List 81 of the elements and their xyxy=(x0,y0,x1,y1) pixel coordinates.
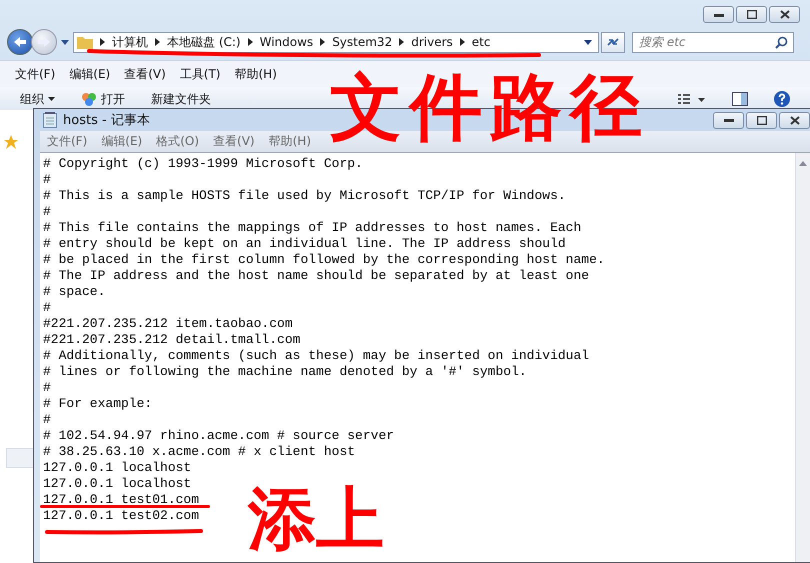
text-line: 127.0.0.1 localhost xyxy=(43,461,192,474)
handwritten-annotation: 添上 xyxy=(248,486,384,554)
text-line: # xyxy=(43,205,51,218)
folder-icon xyxy=(77,35,93,49)
text-line: # 102.54.94.97 rhino.acme.com # source server xyxy=(43,429,394,442)
scrollbar[interactable] xyxy=(795,153,810,562)
maximize-icon xyxy=(746,10,756,19)
menu-item[interactable]: 文件(F) xyxy=(15,66,56,82)
breadcrumb[interactable]: 本地磁盘 (C:) xyxy=(167,34,241,50)
breadcrumb[interactable]: Windows xyxy=(260,35,314,49)
breadcrumb[interactable]: 计算机 xyxy=(112,34,148,50)
menu-item[interactable]: 查看(V) xyxy=(124,66,166,82)
dropdown-icon[interactable] xyxy=(584,40,592,44)
minimize-icon xyxy=(724,118,734,122)
address-bar[interactable]: 计算机 本地磁盘 (C:) Windows System32 drivers etc xyxy=(73,32,599,52)
text-line: # xyxy=(43,301,51,314)
text-line: 127.0.0.1 test01.com xyxy=(43,493,200,506)
maximize-button[interactable] xyxy=(746,112,777,128)
menu-item[interactable]: 工具(T) xyxy=(180,66,220,82)
text-line: # space. xyxy=(43,285,106,298)
text-line: # xyxy=(43,381,51,394)
close-icon xyxy=(790,116,800,124)
menu-item[interactable]: 帮助(H) xyxy=(234,66,277,82)
chevron-icon[interactable] xyxy=(155,38,160,46)
text-line: 127.0.0.1 localhost xyxy=(43,477,192,490)
minimize-icon xyxy=(714,12,724,16)
close-icon xyxy=(780,10,790,19)
text-line: # xyxy=(43,173,51,186)
text-line: # Additionally, comments (such as these) may be inserted on individual xyxy=(43,349,590,362)
minimize-button[interactable] xyxy=(703,6,734,23)
text-line: #221.207.235.212 item.taobao.com xyxy=(43,317,293,330)
breadcrumb[interactable]: System32 xyxy=(332,35,392,49)
star-icon[interactable] xyxy=(4,135,18,149)
chevron-icon[interactable] xyxy=(320,38,326,46)
text-line: #221.207.235.212 detail.tmall.com xyxy=(43,333,300,346)
window-title: hosts - 记事本 xyxy=(63,112,150,129)
text-line: # xyxy=(43,413,51,426)
preview-pane-icon[interactable] xyxy=(732,92,748,106)
chevron-icon[interactable] xyxy=(399,38,404,46)
text-line: # be placed in the first column followed by the corresponding host name. xyxy=(43,253,605,266)
arrow-right-icon xyxy=(37,36,51,48)
help-icon[interactable] xyxy=(774,91,790,107)
maximize-button[interactable] xyxy=(736,6,767,23)
circles-icon xyxy=(81,92,97,106)
text-line: 127.0.0.1 test02.com xyxy=(43,509,200,522)
minimize-button[interactable] xyxy=(713,112,744,128)
menu-item[interactable]: 编辑(E) xyxy=(69,66,110,82)
back-button[interactable] xyxy=(7,29,33,55)
menu-item[interactable]: 帮助(H) xyxy=(268,133,311,150)
text-line: # This is a sample HOSTS file used by Microsoft TCP/IP for Windows. xyxy=(43,189,566,202)
chevron-icon[interactable] xyxy=(460,38,465,46)
chevron-icon[interactable] xyxy=(248,38,253,46)
search-icon xyxy=(775,36,788,48)
menu-item[interactable]: 编辑(E) xyxy=(101,133,142,150)
text-line: # Copyright (c) 1993-1999 Microsoft Corp. xyxy=(43,157,363,170)
notepad-icon xyxy=(43,112,57,128)
chevron-icon[interactable] xyxy=(100,38,105,46)
scroll-up-icon[interactable] xyxy=(799,161,807,166)
toolbar-button[interactable]: 新建文件夹 xyxy=(151,90,211,108)
text-line: # entry should be kept on an individual line. The IP address should xyxy=(43,237,566,250)
breadcrumb[interactable]: drivers xyxy=(411,35,453,49)
menu-item[interactable]: 查看(V) xyxy=(213,133,255,150)
view-icon[interactable] xyxy=(678,93,706,105)
menu-item[interactable]: 文件(F) xyxy=(47,133,88,150)
text-line: # 38.25.63.10 x.acme.com # x client host xyxy=(43,445,356,458)
maximize-icon xyxy=(756,116,766,124)
search-field[interactable]: 搜索 etc xyxy=(632,32,794,52)
toolbar-button[interactable]: 打开 xyxy=(81,90,125,108)
text-line: # For example: xyxy=(43,397,152,410)
menu-item[interactable]: 格式(O) xyxy=(156,133,200,150)
text-line: # This file contains the mappings of IP addresses to host names. Each xyxy=(43,221,582,234)
refresh-button[interactable] xyxy=(601,32,625,52)
close-button[interactable] xyxy=(779,112,810,128)
caret-icon[interactable] xyxy=(61,40,69,44)
text-line: # lines or following the machine name denoted by a '#' symbol. xyxy=(43,365,527,378)
toolbar-button[interactable]: 组织 xyxy=(20,90,55,108)
close-button[interactable] xyxy=(769,6,800,23)
arrow-left-icon xyxy=(13,36,27,48)
breadcrumb[interactable]: etc xyxy=(472,35,490,49)
text-line: # The IP address and the host name should be separated by at least one xyxy=(43,269,590,282)
caret-icon xyxy=(48,97,55,101)
